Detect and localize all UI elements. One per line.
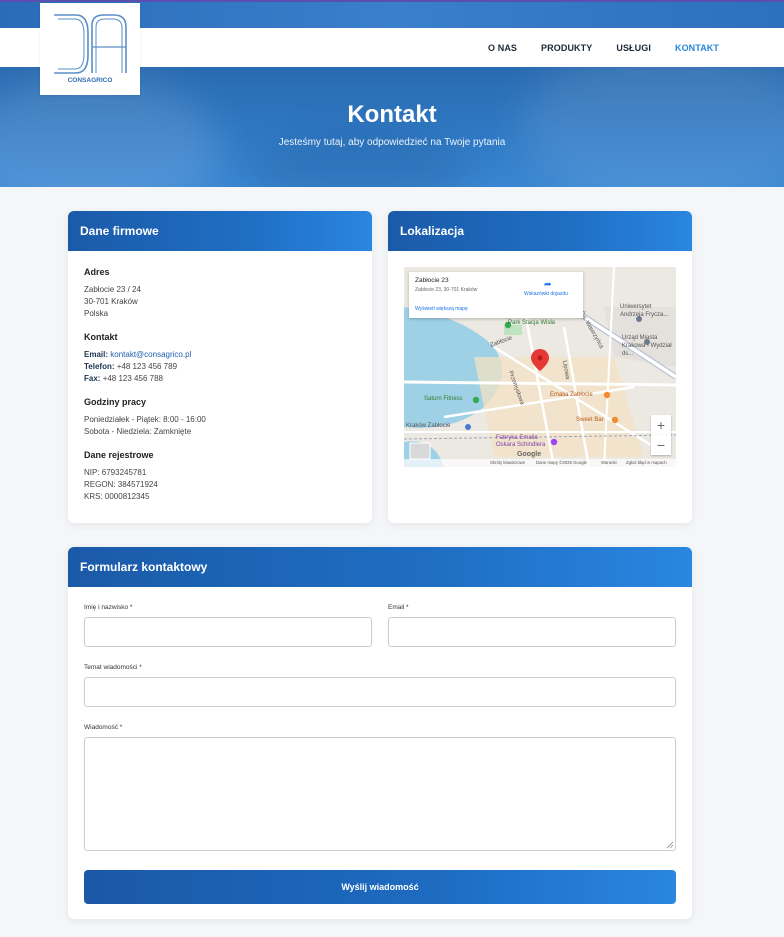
map-label-university: Uniwersytet Andrzeja Frycza... [620, 304, 669, 318]
map-place-address: Zabłocie 23, 30-701 Kraków [415, 287, 478, 293]
message-textarea[interactable] [84, 737, 676, 851]
map-place-title: Zabłocie 23 [415, 277, 449, 284]
registry-section: Dane rejestrowe NIP: 6793245781 REGON: 3… [84, 450, 356, 503]
directions-link[interactable]: Wskazówki dojazdu [524, 291, 579, 297]
nav-item-uslugi[interactable]: USŁUGI [616, 43, 651, 53]
map-info-card: Zabłocie 23 Zabłocie 23, 30-701 Kraków ➦… [409, 272, 583, 318]
send-message-button[interactable]: Wyślij wiadomość [84, 870, 676, 904]
registry-line: REGON: 384571924 [84, 480, 158, 489]
fax-value: +48 123 456 788 [102, 374, 163, 383]
zoom-in-button[interactable]: + [651, 415, 671, 435]
map-label-station: Kraków Zabłocie [406, 423, 451, 429]
hours-line: Sobota - Niedziela: Zamknięte [84, 427, 192, 436]
nav-item-kontakt[interactable]: KONTAKT [675, 43, 719, 53]
hours-line: Poniedziałek - Piątek: 8:00 - 16:00 [84, 415, 206, 424]
address-line: Zabłocie 23 / 24 [84, 285, 141, 294]
message-label: Wiadomość * [84, 724, 123, 731]
location-card-heading: Lokalizacja [388, 211, 692, 251]
logo-mark-icon: CONSAGRICO [54, 14, 127, 84]
map-label-office: Urząd Miasta Krakowa - Wydział ds... [622, 335, 672, 357]
map-label-park: Park Stacja Wisła [508, 320, 556, 326]
bigger-map-link[interactable]: Wyświetl większą mapę [415, 306, 468, 312]
map-label-emalia: Emalia Zabłocie [550, 392, 593, 398]
hours-title: Godziny pracy [84, 397, 147, 407]
subject-label: Temat wiadomości * [84, 664, 142, 671]
fax-label: Fax: [84, 374, 101, 383]
company-card-heading: Dane firmowe [68, 211, 372, 251]
map-label-sweet-bar: Sweet Bar [576, 417, 604, 423]
map-label-schindler: Fabryka Emalia Oskara Schindlera [496, 435, 546, 448]
email-label: Email: [84, 350, 109, 359]
keyboard-shortcuts-link[interactable]: Skróty klawiszowe [490, 460, 525, 465]
report-error-link[interactable]: Zgłoś błąd w mapach [626, 460, 667, 465]
registry-line: NIP: 6793245781 [84, 468, 147, 477]
main-nav: O NAS PRODUKTY USŁUGI KONTAKT [464, 28, 719, 67]
phone-label: Telefon: [84, 362, 115, 371]
google-logo: Google [517, 451, 542, 458]
name-field[interactable] [84, 617, 372, 647]
logo-text: CONSAGRICO [68, 77, 113, 84]
email-label-field: Email * [388, 604, 409, 611]
google-map[interactable]: Park Stacja Wisła Uniwersytet Andrzeja F… [404, 267, 676, 467]
page-title: Kontakt [347, 101, 437, 128]
zoom-out-button[interactable]: − [651, 435, 671, 455]
address-title: Adres [84, 267, 110, 277]
contact-section: Kontakt Email: kontakt@consagrico.pl Tel… [84, 332, 356, 385]
contact-form-heading: Formularz kontaktowy [68, 547, 692, 587]
page-subtitle: Jesteśmy tutaj, aby odpowiedzieć na Twoj… [278, 137, 506, 148]
subject-field[interactable] [84, 677, 676, 707]
contact-form-card: Formularz kontaktowy Imię i nazwisko * E… [68, 547, 692, 919]
map-label-saturn: Saturn Fitness [424, 396, 463, 402]
location-card: Lokalizacja Park Stacja Wisła Uniwersyte… [388, 211, 692, 523]
logo[interactable]: CONSAGRICO [40, 3, 140, 95]
company-card: Dane firmowe Adres Zabłocie 23 / 24 30-7… [68, 211, 372, 523]
contact-title: Kontakt [84, 332, 118, 342]
map-footer: Skróty klawiszowe Dane mapy ©2025 Google… [404, 459, 676, 467]
directions-icon[interactable]: ➦ [544, 279, 552, 290]
address-section: Adres Zabłocie 23 / 24 30-701 Kraków Pol… [84, 267, 356, 320]
name-label: Imię i nazwisko * [84, 604, 133, 611]
phone-value: +48 123 456 789 [116, 362, 178, 371]
hours-section: Godziny pracy Poniedziałek - Piątek: 8:0… [84, 397, 356, 438]
nav-item-o-nas[interactable]: O NAS [488, 43, 517, 53]
address-line: Polska [84, 309, 109, 318]
address-line: 30-701 Kraków [84, 297, 138, 306]
email-field[interactable] [388, 617, 676, 647]
registry-title: Dane rejestrowe [84, 450, 154, 460]
nav-item-produkty[interactable]: PRODUKTY [541, 43, 592, 53]
map-data-text: Dane mapy ©2025 Google [536, 460, 587, 465]
email-link[interactable]: kontakt@consagrico.pl [110, 350, 191, 359]
terms-link[interactable]: Warunki [601, 460, 617, 465]
resize-handle-icon[interactable] [666, 841, 674, 849]
registry-line: KRS: 0000812345 [84, 492, 150, 501]
